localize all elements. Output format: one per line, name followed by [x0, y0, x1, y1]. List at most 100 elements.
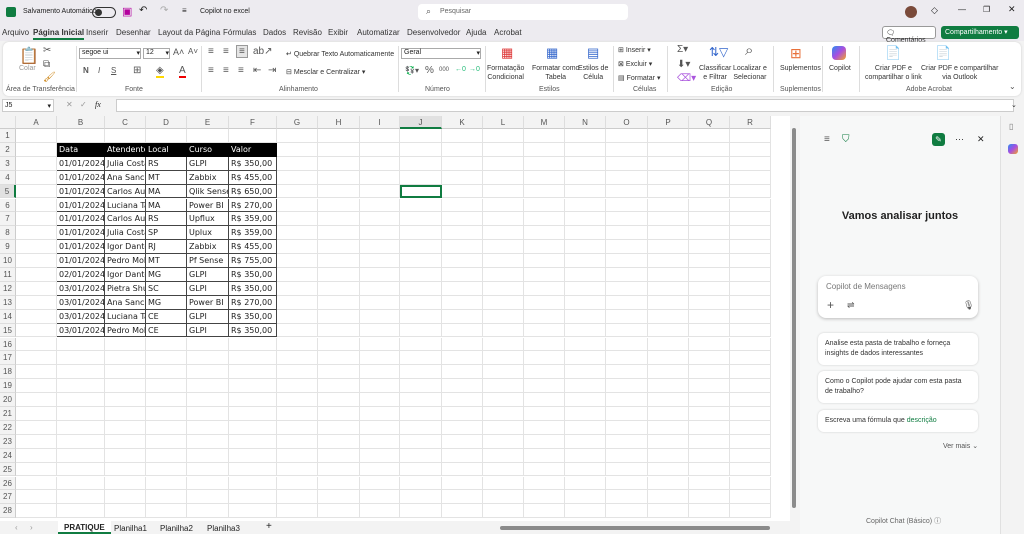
table-cell[interactable]: RS [146, 156, 187, 171]
row-header[interactable]: 11 [0, 268, 16, 282]
tab-dados[interactable]: Dados [263, 28, 286, 37]
table-cell[interactable]: Atendente [105, 142, 146, 157]
cell[interactable] [360, 309, 400, 324]
table-cell[interactable]: Luciana Ta [105, 309, 146, 324]
cell[interactable] [16, 295, 57, 310]
currency-icon[interactable]: 💱▾ [405, 66, 419, 75]
cell[interactable] [648, 490, 689, 505]
diamond-icon[interactable]: ◇ [931, 5, 938, 16]
table-cell[interactable]: R$ 350,00 [229, 323, 277, 338]
cell[interactable] [57, 337, 105, 352]
cell[interactable] [524, 476, 565, 491]
cell[interactable] [277, 309, 318, 324]
add-icon[interactable]: + [827, 298, 834, 312]
table-cell[interactable]: R$ 755,00 [229, 254, 277, 268]
cell[interactable] [105, 490, 146, 505]
cell[interactable] [565, 420, 606, 435]
decrease-indent-icon[interactable]: ⇤ [253, 65, 261, 76]
cell[interactable] [318, 198, 360, 213]
cell[interactable] [16, 156, 57, 171]
cell[interactable] [229, 129, 277, 143]
sheet-tab-planilha3[interactable]: Planilha3 [207, 524, 240, 533]
align-right-icon[interactable]: ≡ [238, 65, 244, 76]
cell[interactable] [187, 504, 229, 519]
cell[interactable] [606, 295, 648, 310]
ribbon-collapse-icon[interactable]: ⌄ [1009, 82, 1016, 91]
cell[interactable] [16, 212, 57, 227]
cell[interactable] [483, 490, 524, 505]
cell[interactable] [442, 240, 483, 255]
cell[interactable] [57, 504, 105, 519]
cell[interactable] [730, 407, 771, 421]
thousands-icon[interactable]: 000 [439, 67, 449, 73]
tab-exibir[interactable]: Exibir [328, 28, 348, 37]
table-cell[interactable]: R$ 455,00 [229, 170, 277, 185]
cell[interactable] [524, 198, 565, 213]
cell[interactable] [57, 129, 105, 143]
cell[interactable] [442, 434, 483, 449]
font-name-select[interactable]: segoe ui ▾ [79, 48, 141, 59]
autosum-icon[interactable]: Σ▾ [677, 44, 688, 55]
cell[interactable] [442, 365, 483, 380]
cell[interactable] [229, 434, 277, 449]
table-cell[interactable]: Pf Sense [187, 254, 229, 268]
borders-icon[interactable]: ⊞ [133, 65, 141, 76]
cell[interactable] [105, 365, 146, 380]
increase-indent-icon[interactable]: ⇥ [268, 65, 276, 76]
insert-cells-button[interactable]: ⊞ Inserir ▾ [618, 46, 651, 55]
column-header[interactable]: F [229, 116, 277, 129]
save-icon[interactable]: ▣ [122, 5, 132, 18]
cell[interactable] [16, 240, 57, 255]
row-header[interactable]: 7 [0, 212, 16, 227]
pdf-outlook-button[interactable]: Criar PDF e compartilhar via Outlook [921, 64, 998, 82]
cell[interactable] [146, 448, 187, 463]
cell[interactable] [277, 448, 318, 463]
cell[interactable] [648, 281, 689, 296]
cell[interactable] [16, 420, 57, 435]
cell[interactable] [277, 254, 318, 268]
cell[interactable] [277, 462, 318, 477]
table-cell[interactable]: Carlos Aug [105, 212, 146, 227]
cell[interactable] [483, 504, 524, 519]
cell[interactable] [318, 323, 360, 338]
column-header[interactable]: D [146, 116, 187, 129]
cell[interactable] [442, 268, 483, 282]
cell[interactable] [689, 393, 730, 407]
cell[interactable] [606, 198, 648, 213]
cell[interactable] [105, 407, 146, 421]
cell[interactable] [730, 379, 771, 394]
cell[interactable] [16, 254, 57, 268]
cell[interactable] [730, 420, 771, 435]
cell[interactable] [360, 407, 400, 421]
cell[interactable] [730, 142, 771, 157]
see-more-button[interactable]: Ver mais ⌄ [943, 442, 978, 450]
cell[interactable] [360, 462, 400, 477]
cell[interactable] [442, 156, 483, 171]
sort-filter-button[interactable]: Classificar e Filtrar [699, 64, 731, 82]
side-panel-icon[interactable]: ▯ [1009, 122, 1013, 131]
close-icon[interactable]: ✕ [1008, 4, 1016, 15]
cell[interactable] [524, 184, 565, 199]
table-cell[interactable]: R$ 350,00 [229, 268, 277, 282]
cell[interactable] [318, 254, 360, 268]
cell[interactable] [360, 434, 400, 449]
cell[interactable] [146, 490, 187, 505]
table-cell[interactable]: CE [146, 309, 187, 324]
cell[interactable] [146, 407, 187, 421]
confirm-entry-icon[interactable]: ✓ [80, 100, 87, 109]
cell[interactable] [105, 420, 146, 435]
cell[interactable] [524, 351, 565, 366]
cell[interactable] [277, 198, 318, 213]
cell[interactable] [689, 490, 730, 505]
row-header[interactable]: 6 [0, 198, 16, 213]
cell[interactable] [606, 476, 648, 491]
cell[interactable] [146, 420, 187, 435]
cell[interactable] [318, 462, 360, 477]
cell[interactable] [524, 420, 565, 435]
cell[interactable] [16, 129, 57, 143]
align-center-icon[interactable]: ≡ [223, 65, 229, 76]
table-cell[interactable]: Qlik Sense [187, 184, 229, 199]
cell[interactable] [565, 476, 606, 491]
cell[interactable] [648, 240, 689, 255]
table-cell[interactable]: GLPI [187, 323, 229, 338]
